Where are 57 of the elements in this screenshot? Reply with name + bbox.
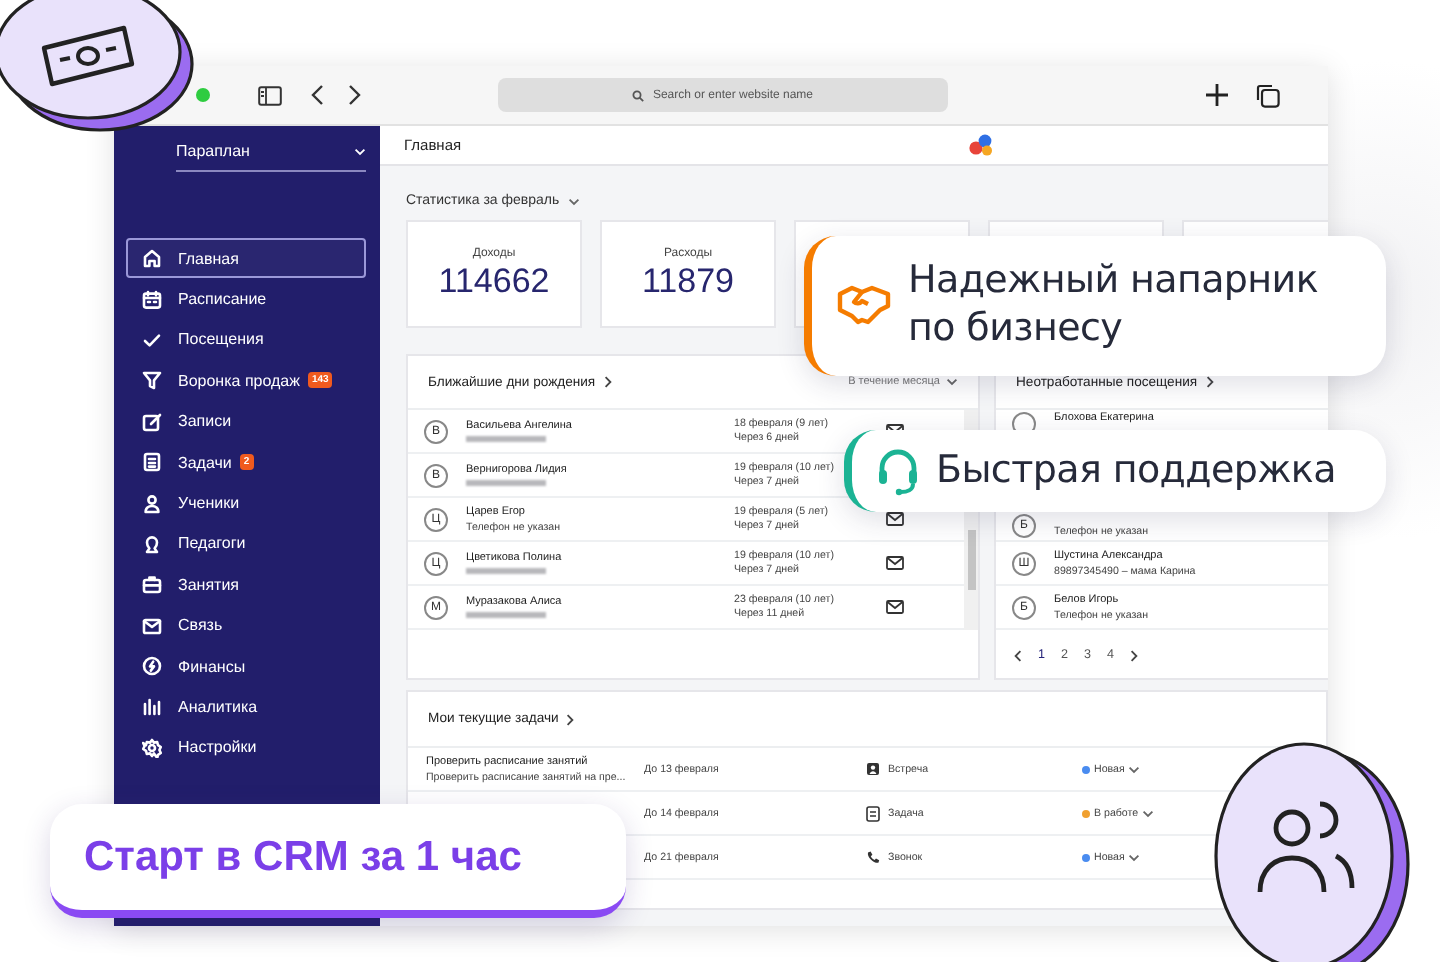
settings-icon [142,737,162,758]
forward-icon [348,84,362,106]
sidebar-item[interactable]: Занятия [126,564,366,606]
stat-value: 114662 [438,261,550,301]
sidebar-item[interactable]: Настройки [126,727,366,769]
feature-text: Быстрая поддержка [936,447,1338,495]
funnel-icon [142,370,162,391]
organization-selector[interactable]: Параплан [176,142,366,172]
document-icon [866,805,880,821]
bar-chart-icon [142,696,162,717]
next-page-icon [1130,649,1139,661]
phone-icon [866,850,880,864]
sidebar-item[interactable]: Педагоги [126,523,366,565]
sidebar-item[interactable]: Записи [126,401,366,442]
coin-icon [142,656,162,677]
feature-text: Надежный напарник по бизнесу [908,258,1321,354]
window-control-dot [196,88,210,102]
home-icon [142,248,162,269]
person-icon [142,493,162,514]
logo-icon [967,134,994,156]
tabs-icon [1256,83,1280,107]
briefcase-icon [142,574,162,595]
handshake-icon [836,284,892,328]
sidebar-item[interactable]: Связь [126,605,366,646]
chevron-down-icon [354,147,366,155]
chevron-down-icon [1142,809,1155,817]
calendar-icon [142,289,162,310]
sidebar-item[interactable]: Финансы [126,645,366,687]
sidebar-item[interactable]: Расписание [126,278,366,320]
chevron-right-icon [603,376,612,388]
chevron-down-icon [946,378,958,386]
stat-value: 11879 [641,261,734,301]
chevron-down-icon [1128,765,1141,773]
previous-page-icon [1014,649,1022,661]
chevron-down-icon [1128,853,1141,861]
sidebar-item[interactable]: Аналитика [126,686,366,728]
sidebar-toggle-icon [258,85,282,105]
plus-icon [1206,84,1228,106]
back-icon [310,84,324,106]
envelope-icon [142,615,162,636]
checkmark-icon [142,329,162,350]
search-icon [632,89,645,101]
sidebar-item[interactable]: Посещения [126,319,366,361]
sidebar-item[interactable]: Ученики [126,482,366,524]
chevron-right-icon [566,713,575,725]
clipboard-icon [142,452,162,473]
envelope-icon [886,512,904,526]
scrollbar-thumb [967,530,975,590]
envelope-icon [886,556,904,570]
pencil-square-icon [142,411,162,432]
headset-icon [876,447,920,495]
sidebar-item[interactable]: Главная [126,238,366,279]
start-banner[interactable]: Старт в CRM за 1 час [50,804,626,918]
chevron-down-icon [567,197,580,205]
person-icon [142,533,162,554]
envelope-icon [886,600,904,614]
person-card-icon [866,762,880,776]
